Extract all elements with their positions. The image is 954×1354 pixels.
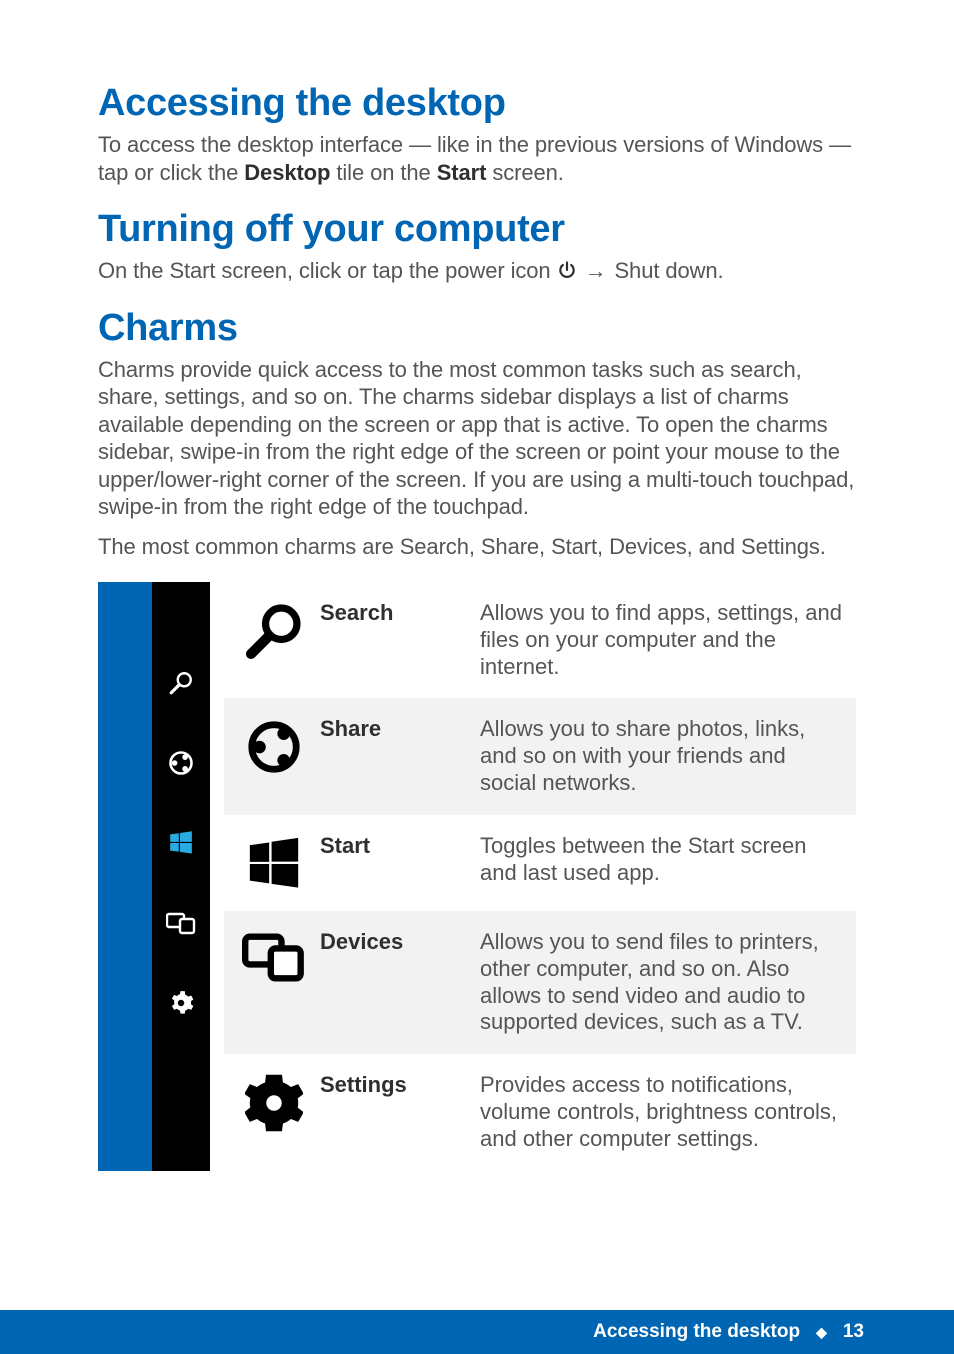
share-icon — [166, 748, 196, 778]
sidebar-charms-strip — [152, 582, 210, 1171]
body-charms-2: The most common charms are Search, Share… — [98, 533, 856, 561]
text: Shut down. — [608, 258, 723, 283]
charm-name: Start — [320, 833, 480, 859]
heading-charms: Charms — [98, 307, 856, 350]
charm-name: Search — [320, 600, 480, 626]
text: On the Start screen, click or tap the po… — [98, 258, 557, 283]
charm-row-search: Search Allows you to find apps, settings… — [224, 582, 856, 698]
charm-desc: Allows you to find apps, settings, and f… — [480, 600, 850, 680]
text: tile on the — [330, 160, 436, 185]
devices-icon — [228, 929, 320, 983]
heading-accessing: Accessing the desktop — [98, 82, 856, 125]
charm-name: Devices — [320, 929, 480, 955]
start-icon — [166, 828, 196, 858]
search-icon — [166, 668, 196, 698]
body-charms-1: Charms provide quick access to the most … — [98, 356, 856, 521]
devices-icon — [166, 908, 196, 938]
start-icon — [228, 833, 320, 893]
bold-start: Start — [437, 160, 487, 185]
settings-icon — [166, 988, 196, 1018]
body-accessing: To access the desktop interface — like i… — [98, 131, 856, 186]
footer-page-number: 13 — [843, 1321, 864, 1343]
bold-desktop: Desktop — [244, 160, 330, 185]
share-icon — [228, 716, 320, 776]
charms-sidebar — [98, 582, 210, 1171]
charm-desc: Toggles between the Start screen and las… — [480, 833, 850, 887]
text: screen. — [486, 160, 563, 185]
heading-turning-off: Turning off your computer — [98, 208, 856, 251]
sidebar-accent-strip — [98, 582, 152, 1171]
settings-icon — [228, 1072, 320, 1132]
charm-row-settings: Settings Provides access to notification… — [224, 1054, 856, 1170]
diamond-icon: ◆ — [816, 1324, 827, 1341]
arrow-icon: → — [583, 257, 609, 285]
charm-name: Settings — [320, 1072, 480, 1098]
charm-desc: Allows you to share photos, links, and s… — [480, 716, 850, 796]
charms-content: Search Allows you to find apps, settings… — [98, 582, 856, 1171]
footer-title: Accessing the desktop — [593, 1321, 800, 1343]
body-turning-off: On the Start screen, click or tap the po… — [98, 257, 856, 285]
charm-row-start: Start Toggles between the Start screen a… — [224, 815, 856, 911]
power-icon — [557, 258, 577, 283]
charm-row-share: Share Allows you to share photos, links,… — [224, 698, 856, 814]
charm-row-devices: Devices Allows you to send files to prin… — [224, 911, 856, 1054]
charm-desc: Allows you to send files to printers, ot… — [480, 929, 850, 1036]
search-icon — [228, 600, 320, 660]
charms-table: Search Allows you to find apps, settings… — [224, 582, 856, 1171]
charm-name: Share — [320, 716, 480, 742]
page-footer: Accessing the desktop ◆ 13 — [0, 1310, 954, 1354]
charm-desc: Provides access to notifications, volume… — [480, 1072, 850, 1152]
